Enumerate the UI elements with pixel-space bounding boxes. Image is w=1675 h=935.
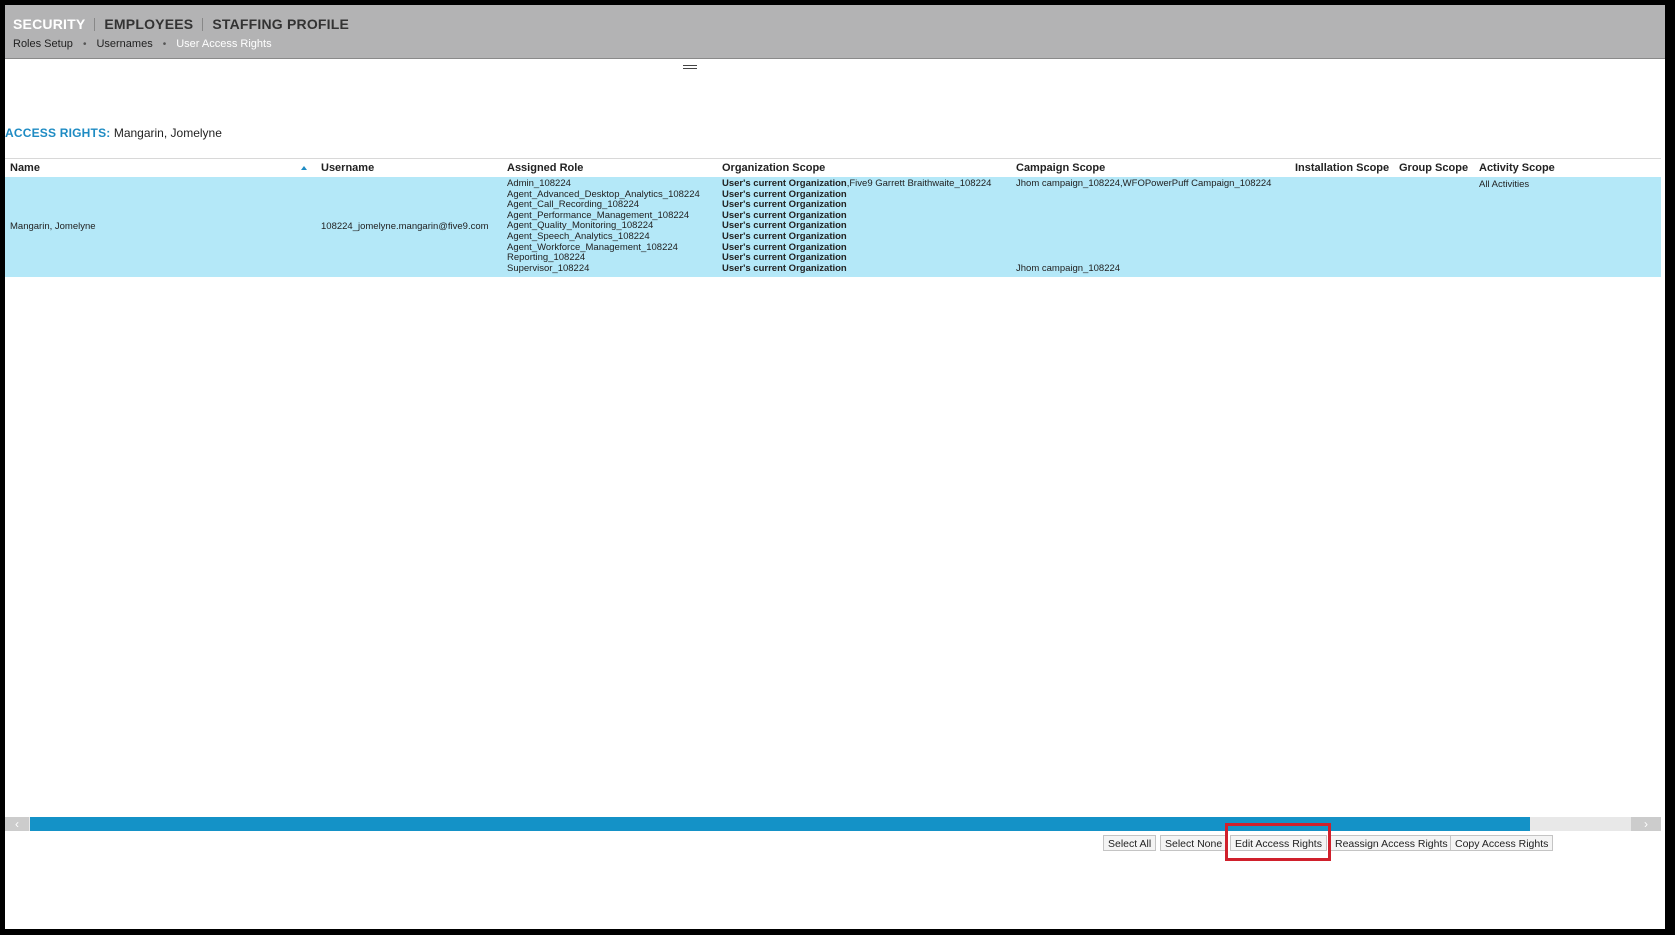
col-header-activity-scope[interactable]: Activity Scope <box>1479 162 1555 174</box>
campaign-scope-line <box>1016 232 1271 243</box>
grid-header: Name Username Assigned Role Organization… <box>5 158 1661 178</box>
campaign-scope-line: Jhom campaign_108224,WFOPowerPuff Campai… <box>1016 178 1272 189</box>
org-scope-bold: User's current Organization <box>722 209 847 221</box>
role-line: Admin_108224 <box>507 178 571 189</box>
sort-asc-icon[interactable] <box>301 166 307 170</box>
scroll-right-icon[interactable]: › <box>1631 817 1661 831</box>
cell-name: Mangarin, Jomelyne <box>10 221 96 232</box>
table-row[interactable]: Mangarin, Jomelyne 108224_jomelyne.manga… <box>5 177 1661 277</box>
subnav-usernames[interactable]: Usernames <box>96 38 152 50</box>
col-header-group-scope[interactable]: Group Scope <box>1399 162 1468 174</box>
nav-staffing-profile[interactable]: STAFFING PROFILE <box>212 16 349 32</box>
role-line: Supervisor_108224 <box>507 262 590 274</box>
select-all-button[interactable]: Select All <box>1103 835 1157 851</box>
col-header-name[interactable]: Name <box>10 162 40 174</box>
subnav-bullet: • <box>162 38 167 50</box>
org-scope-bold: User's current Organization <box>722 178 847 189</box>
role-line: Agent_Speech_Analytics_108224 <box>507 230 650 242</box>
sub-nav: Roles Setup • Usernames • User Access Ri… <box>13 38 272 50</box>
nav-divider <box>202 17 204 31</box>
access-rights-user: Mangarin, Jomelyne <box>113 126 222 140</box>
splitter-handle[interactable] <box>683 65 697 70</box>
campaign-scope-line <box>1016 200 1271 211</box>
reassign-access-rights-button[interactable]: Reassign Access Rights <box>1330 835 1453 851</box>
copy-access-rights-button[interactable]: Copy Access Rights <box>1450 835 1554 851</box>
subnav-roles-setup[interactable]: Roles Setup <box>13 38 73 50</box>
org-scope-bold: User's current Organization <box>722 188 847 200</box>
cell-organization-scope: User's current Organization,Five9 Garret… <box>722 178 992 275</box>
nav-employees[interactable]: EMPLOYEES <box>104 16 193 32</box>
campaign-scope-line <box>1016 243 1271 254</box>
nav-divider <box>94 17 96 31</box>
org-scope-line: User's current Organization <box>722 262 991 275</box>
org-scope-extra: ,Five9 Garrett Braithwaite_108224 <box>846 178 992 189</box>
header-bar: SECURITY EMPLOYEES STAFFING PROFILE Role… <box>5 5 1665 59</box>
app-window: SECURITY EMPLOYEES STAFFING PROFILE Role… <box>5 5 1665 929</box>
main-nav: SECURITY EMPLOYEES STAFFING PROFILE <box>13 16 349 32</box>
access-rights-title: ACCESS RIGHTS: Mangarin, Jomelyne <box>5 126 222 140</box>
cell-activity-scope: All Activities <box>1479 179 1530 190</box>
select-none-button[interactable]: Select None <box>1160 835 1228 851</box>
col-header-assigned-role[interactable]: Assigned Role <box>507 162 583 174</box>
cell-username: 108224_jomelyne.mangarin@five9.com <box>321 221 489 232</box>
nav-security[interactable]: SECURITY <box>13 16 85 32</box>
campaign-scope-line: Jhom campaign_108224 <box>1016 262 1121 274</box>
cell-assigned-roles: Admin_108224 Agent_Advanced_Desktop_Anal… <box>507 178 700 274</box>
org-scope-bold: User's current Organization <box>722 241 847 253</box>
highlight-box <box>1225 823 1331 861</box>
org-scope-bold: User's current Organization <box>722 199 847 211</box>
cell-campaign-scope: Jhom campaign_108224,WFOPowerPuff Campai… <box>1016 178 1272 274</box>
col-header-campaign-scope[interactable]: Campaign Scope <box>1016 162 1105 174</box>
campaign-scope-line <box>1016 221 1271 232</box>
campaign-scope-line <box>1016 190 1271 201</box>
subnav-user-access-rights[interactable]: User Access Rights <box>176 38 271 50</box>
col-header-installation-scope[interactable]: Installation Scope <box>1295 162 1389 174</box>
col-header-organization-scope[interactable]: Organization Scope <box>722 162 825 174</box>
subnav-bullet: • <box>82 38 87 50</box>
access-rights-label: ACCESS RIGHTS: <box>5 126 111 140</box>
org-scope-bold: User's current Organization <box>722 252 847 264</box>
org-scope-bold: User's current Organization <box>722 230 847 242</box>
org-scope-bold: User's current Organization <box>722 262 847 274</box>
org-scope-bold: User's current Organization <box>722 220 847 232</box>
scroll-left-icon[interactable]: ‹ <box>5 817 29 831</box>
horizontal-scrollbar[interactable]: ‹ › <box>5 817 1661 831</box>
col-header-username[interactable]: Username <box>321 162 374 174</box>
campaign-scope-line <box>1016 211 1271 222</box>
